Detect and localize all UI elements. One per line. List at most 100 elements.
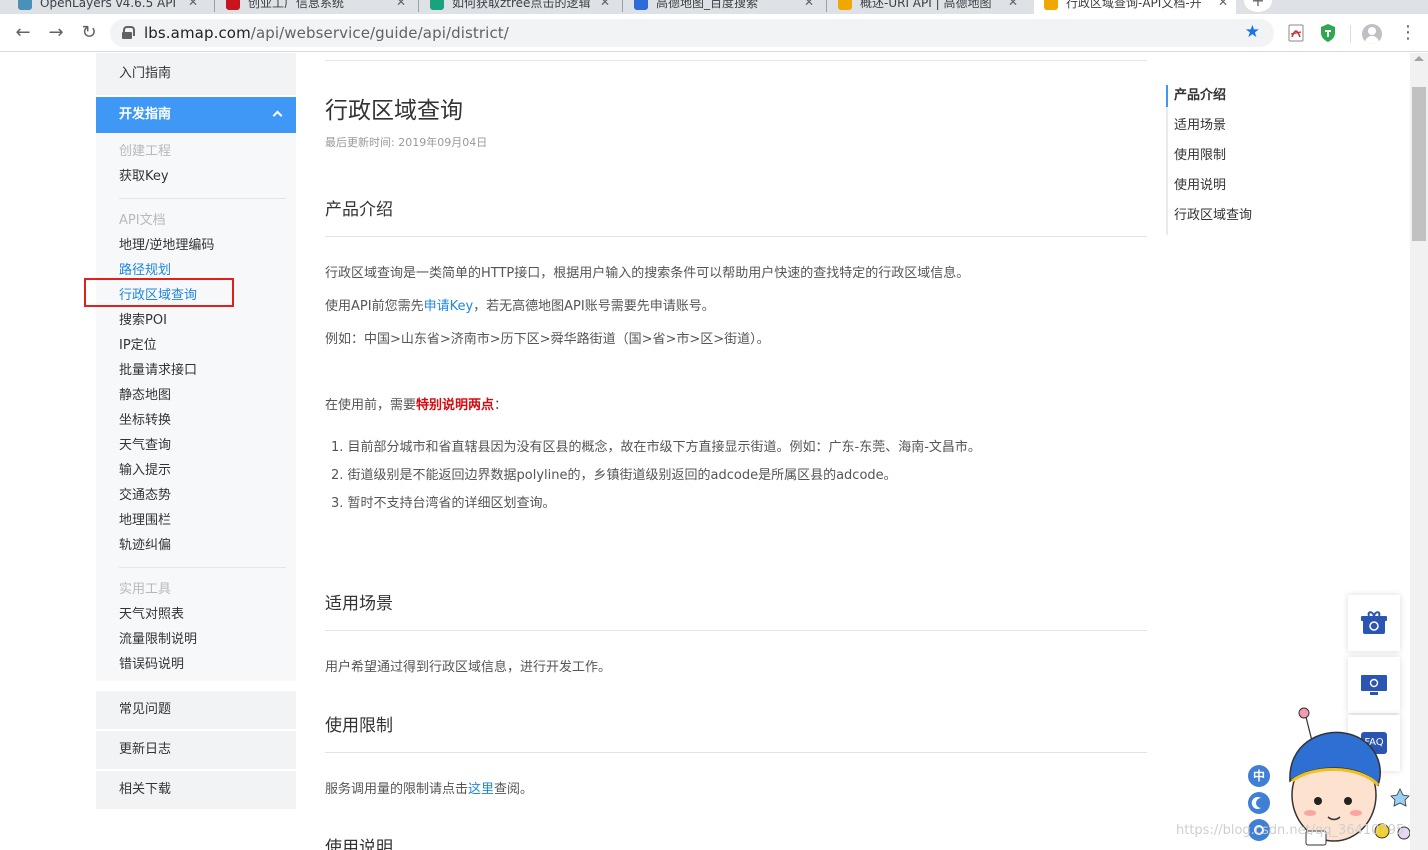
tab-separator — [622, 0, 623, 12]
tab-title: 创业工厂信息系统 — [248, 0, 345, 10]
gift-icon — [1361, 611, 1387, 634]
sidebar-category-tools: 实用工具 — [119, 582, 172, 597]
sidebar: 入门指南 开发指南 创建工程 获取Key API文档 地理/逆地理编码 路径规划… — [96, 53, 296, 809]
text: ，若无高德地图API账号需要先申请账号。 — [473, 299, 715, 314]
system-favicon-icon — [226, 0, 240, 10]
watermark-text: https://blog.csdn.net/qq_36410795 — [1176, 823, 1405, 838]
bookmark-star-icon[interactable]: ★ — [1245, 22, 1260, 42]
sidebar-item-static-map[interactable]: 静态地图 — [96, 383, 296, 408]
tab-district-active[interactable]: 行政区域查询-API文档-开 ✕ — [1034, 0, 1236, 14]
sidebar-item-grasp[interactable]: 轨迹纠偏 — [96, 533, 296, 558]
text: 服务调用量的限制请点击 — [325, 782, 469, 797]
sidebar-item-intro[interactable]: 入门指南 — [96, 53, 296, 95]
toolbar-divider — [1350, 25, 1351, 43]
tab-uri-api[interactable]: 概述-URI API | 高德地图 ✕ — [838, 0, 1026, 14]
sidebar-group-label: 开发指南 — [119, 107, 172, 122]
toc-item-limits[interactable]: 使用限制 — [1168, 145, 1252, 175]
amap-favicon-icon — [1044, 0, 1058, 10]
text: ： — [494, 398, 508, 413]
sidebar-item-traffic[interactable]: 交通态势 — [96, 483, 296, 508]
close-icon[interactable]: ✕ — [600, 0, 610, 9]
url-host: lbs.amap.com — [144, 24, 251, 42]
sidebar-divider — [119, 198, 286, 199]
sidebar-item-changelog[interactable]: 更新日志 — [96, 731, 296, 769]
toc-item-usage[interactable]: 使用说明 — [1168, 175, 1252, 205]
url-text[interactable]: lbs.amap.com/api/webservice/guide/api/di… — [144, 24, 509, 42]
text: 查阅。 — [494, 782, 534, 797]
paragraph: 在使用前，需要特别说明两点： — [325, 394, 507, 413]
chevron-up-icon — [272, 110, 283, 121]
sidebar-category-project: 创建工程 — [119, 144, 172, 159]
reload-button[interactable]: ↻ — [78, 22, 100, 44]
toc-item-district[interactable]: 行政区域查询 — [1168, 205, 1252, 235]
sidebar-item-faq[interactable]: 常见问题 — [96, 691, 296, 729]
tab-system[interactable]: 创业工厂信息系统 ✕ — [226, 0, 414, 14]
browser-menu-icon[interactable]: ⋮ — [1398, 23, 1418, 43]
sidebar-item-downloads[interactable]: 相关下载 — [96, 771, 296, 809]
text: 在使用前，需要 — [325, 398, 417, 413]
close-icon[interactable]: ✕ — [804, 0, 814, 9]
sidebar-item-convert[interactable]: 坐标转换 — [96, 408, 296, 433]
divider — [325, 630, 1147, 631]
back-button[interactable]: ← — [12, 22, 34, 44]
sidebar-group-dev-guide[interactable]: 开发指南 — [96, 97, 296, 133]
url-path: /api/webservice/guide/api/district/ — [250, 24, 509, 42]
emoji-button[interactable] — [1248, 792, 1270, 814]
paragraph: 例如：中国>山东省>济南市>历下区>舜华路街道（国>省>市>区>街道）。 — [325, 332, 770, 347]
scroll-up-arrow-icon[interactable] — [1414, 56, 1424, 61]
tab-separator — [214, 0, 215, 12]
sidebar-item-inputtips[interactable]: 输入提示 — [96, 458, 296, 483]
lock-icon — [122, 26, 135, 39]
tab-title: 高德地图_百度搜索 — [656, 0, 759, 10]
tab-ztree[interactable]: 如何获取ztree点击的逻辑 ✕ — [430, 0, 618, 14]
moon-icon — [1251, 797, 1261, 809]
sidebar-item-rate-limit[interactable]: 流量限制说明 — [96, 627, 296, 652]
profile-avatar-icon[interactable] — [1362, 24, 1382, 44]
pdf-extension-icon[interactable] — [1286, 23, 1306, 43]
forward-button[interactable]: → — [45, 22, 67, 44]
openlayers-favicon-icon — [18, 0, 32, 10]
toc-item-intro[interactable]: 产品介绍 — [1165, 85, 1252, 115]
tab-openlayers[interactable]: OpenLayers v4.6.5 API ✕ — [18, 0, 206, 14]
paragraph: 用户希望通过得到行政区域信息，进行开发工作。 — [325, 660, 612, 675]
scrollbar-thumb[interactable] — [1412, 87, 1426, 241]
divider — [325, 60, 1147, 61]
sidebar-item-geocoding[interactable]: 地理/逆地理编码 — [96, 233, 296, 258]
page-viewport: 入门指南 开发指南 创建工程 获取Key API文档 地理/逆地理编码 路径规划… — [0, 53, 1410, 850]
section-title-intro: 产品介绍 — [325, 200, 393, 220]
sidebar-item-error-codes[interactable]: 错误码说明 — [96, 652, 296, 677]
list-item: 2. 街道级别是不能返回边界数据polyline的，乡镇街道级别返回的adcod… — [331, 468, 897, 483]
section-title-limits: 使用限制 — [325, 716, 393, 736]
sidebar-item-batch[interactable]: 批量请求接口 — [96, 358, 296, 383]
highlight-annotation-box — [84, 278, 234, 307]
sidebar-item-geofence[interactable]: 地理围栏 — [96, 508, 296, 533]
tab-title: OpenLayers v4.6.5 API — [40, 0, 177, 10]
gift-widget-button[interactable] — [1348, 595, 1400, 651]
tab-title: 概述-URI API | 高德地图 — [860, 0, 992, 10]
here-link[interactable]: 这里 — [468, 782, 494, 797]
sidebar-item-weather[interactable]: 天气查询 — [96, 433, 296, 458]
language-toggle-button[interactable]: 中 — [1248, 765, 1270, 787]
sidebar-item-get-key[interactable]: 获取Key — [96, 164, 296, 189]
tab-separator — [826, 0, 827, 12]
tab-baidu[interactable]: 高德地图_百度搜索 ✕ — [634, 0, 822, 14]
apply-key-link[interactable]: 申请Key — [424, 299, 474, 314]
address-bar[interactable]: lbs.amap.com/api/webservice/guide/api/di… — [110, 19, 1274, 47]
baidu-favicon-icon — [634, 0, 648, 10]
amap-favicon-icon — [838, 0, 852, 10]
sidebar-item-ip[interactable]: IP定位 — [96, 333, 296, 358]
tab-strip: OpenLayers v4.6.5 API ✕ 创业工厂信息系统 ✕ 如何获取z… — [0, 0, 1428, 14]
new-tab-button[interactable]: + — [1244, 0, 1272, 12]
sidebar-item-weather-table[interactable]: 天气对照表 — [96, 602, 296, 627]
sidebar-submenu: 创建工程 获取Key API文档 地理/逆地理编码 路径规划 行政区域查询 搜索… — [96, 133, 296, 681]
toc-item-scenarios[interactable]: 适用场景 — [1168, 115, 1252, 145]
last-updated: 最后更新时间: 2019年09月04日 — [325, 136, 488, 149]
close-icon[interactable]: ✕ — [188, 0, 198, 9]
sidebar-item-poi[interactable]: 搜索POI — [96, 308, 296, 333]
shield-extension-icon[interactable] — [1318, 23, 1338, 43]
list-item: 3. 暂时不支持台湾省的详细区划查询。 — [331, 496, 556, 511]
page-scrollbar[interactable] — [1410, 53, 1428, 850]
close-icon[interactable]: ✕ — [1008, 0, 1018, 9]
close-icon[interactable]: ✕ — [1218, 0, 1228, 9]
close-icon[interactable]: ✕ — [396, 0, 406, 9]
